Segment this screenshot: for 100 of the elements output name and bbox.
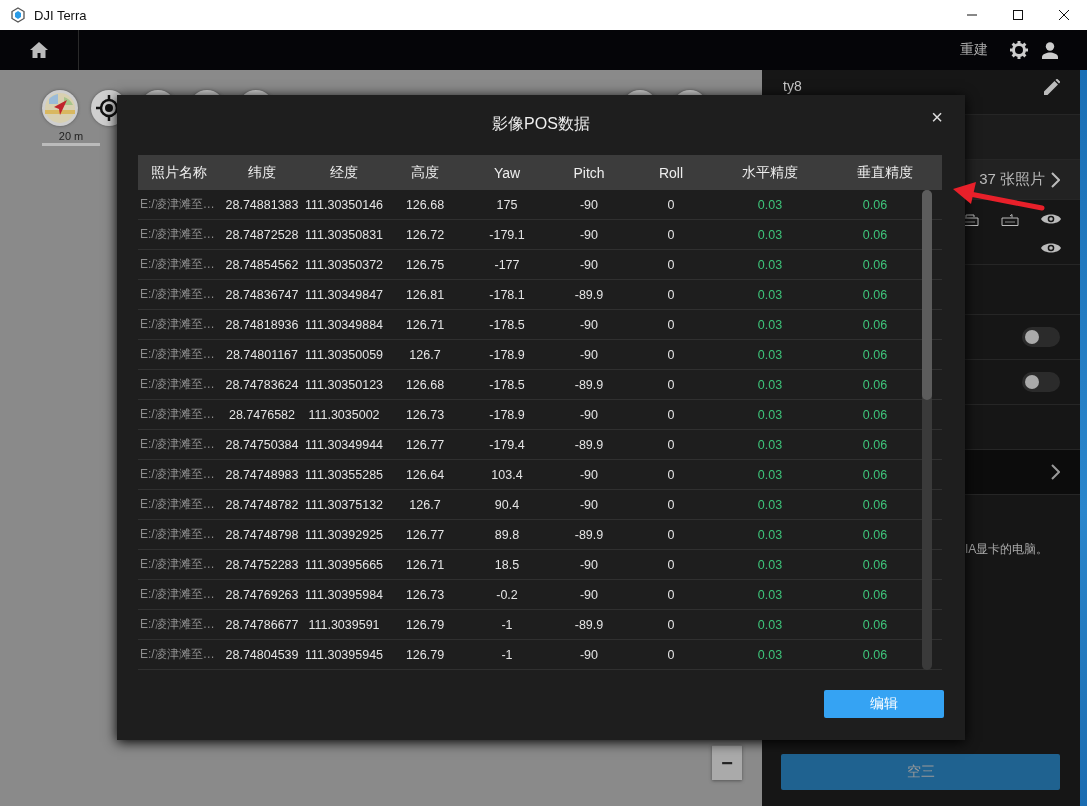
home-icon[interactable] [30, 42, 48, 58]
table-cell-text: -90 [578, 557, 600, 572]
table-cell-text: 0.03 [756, 377, 784, 392]
table-cell-text: 0.06 [861, 617, 889, 632]
table-cell-text: 0 [666, 197, 676, 212]
table-cell-text: E:/凌津滩至… [139, 496, 216, 513]
table-cell-text: E:/凌津滩至… [139, 376, 216, 393]
table-cell-text: 126.64 [404, 467, 446, 482]
maximize-icon[interactable] [1013, 10, 1023, 20]
table-cell-text: 0.03 [756, 497, 784, 512]
column-header: Yaw [492, 164, 522, 181]
table-cell-text: 0.06 [861, 197, 889, 212]
scrollbar-thumb[interactable] [922, 190, 932, 400]
table-cell-text: E:/凌津滩至… [139, 556, 216, 573]
table-cell-text: 28.74748798 [224, 527, 300, 542]
table-cell: 111.30350146 [304, 197, 384, 212]
table-cell: 111.30392925 [304, 527, 384, 542]
table-cell-text: -178.5 [488, 377, 526, 392]
table-cell-text: 28.74881383 [224, 197, 300, 212]
settings-icon[interactable] [1010, 41, 1028, 59]
table-cell-text: 28.74801167 [224, 347, 300, 362]
table-cell: 111.30350123 [304, 377, 384, 392]
table-cell-text: 103.4 [490, 467, 524, 482]
table-cell-text: 0.03 [756, 257, 784, 272]
table-cell-text: 0.03 [756, 647, 784, 662]
column-header: 垂直精度 [856, 163, 914, 182]
pencil-icon[interactable] [1044, 79, 1060, 95]
table-cell-text: 0.06 [861, 557, 889, 572]
table-cell-text: 0 [666, 347, 676, 362]
table-cell-text: -90 [578, 467, 600, 482]
table-cell-text: -89.9 [573, 617, 605, 632]
table-cell-text: -1 [500, 617, 514, 632]
table-cell-text: -178.5 [488, 317, 526, 332]
table-cell-text: 126.77 [404, 437, 446, 452]
close-icon[interactable] [1059, 10, 1069, 20]
column-header: Roll [657, 164, 685, 181]
table-cell-text: 0.06 [861, 377, 889, 392]
table-cell-text: -179.1 [488, 227, 526, 242]
table-cell-text: 28.74872528 [224, 227, 300, 242]
table-cell-text: E:/凌津滩至… [139, 586, 216, 603]
photo-count[interactable]: 37 张照片 [979, 170, 1045, 189]
table-cell: 111.30350059 [304, 347, 384, 362]
table-cell-text: 111.3035002 [307, 407, 381, 422]
table-cell-text: 126.72 [404, 227, 446, 242]
table-cell-text: 28.74854562 [224, 257, 300, 272]
table-cell-text: -179.4 [488, 437, 526, 452]
table-cell: 111.30355285 [304, 467, 384, 482]
rebuild-button[interactable]: 重建 [960, 41, 988, 59]
table-cell-text: 126.71 [404, 557, 446, 572]
table-cell-text: 0 [666, 407, 676, 422]
table-cell-text: 0.06 [861, 527, 889, 542]
table-cell-text: -178.9 [488, 347, 526, 362]
table-cell-text: E:/凌津滩至… [139, 346, 216, 363]
scrollbar-track[interactable] [922, 190, 932, 670]
table-cell-text: 0.03 [756, 587, 784, 602]
table-cell-text: 28.74786677 [224, 617, 300, 632]
table-cell-text: 0.06 [861, 347, 889, 362]
table-cell-text: E:/凌津滩至… [139, 256, 216, 273]
table-cell-text: 0.03 [756, 467, 784, 482]
table-cell: 111.30350831 [304, 227, 384, 242]
zoom-out-button[interactable]: − [712, 745, 742, 780]
toggle-switch[interactable] [1022, 372, 1060, 392]
table-cell: 111.30395665 [304, 557, 384, 572]
column-header: 纬度 [247, 163, 277, 182]
table-cell-text: 0.06 [861, 647, 889, 662]
table-cell-text: 0.06 [861, 497, 889, 512]
table-cell-text: 0.03 [756, 557, 784, 572]
column-header: 高度 [410, 163, 440, 182]
table-cell-text: 0 [666, 617, 676, 632]
table-cell-text: 0.03 [756, 317, 784, 332]
table-cell-text: 0 [666, 377, 676, 392]
document-icon[interactable] [1001, 214, 1019, 226]
table-cell-text: 175 [495, 197, 519, 212]
table-cell-text: 28.74836747 [224, 287, 300, 302]
table-cell-text: E:/凌津滩至… [139, 196, 216, 213]
table-cell-text: -177 [493, 257, 521, 272]
table-cell-text: 0.03 [756, 227, 784, 242]
eye-icon[interactable] [1041, 241, 1061, 255]
compass-button[interactable] [42, 90, 78, 126]
table-cell-text: 0.06 [861, 467, 889, 482]
table-cell-text: 0.03 [756, 347, 784, 362]
table-cell-text: 0 [666, 227, 676, 242]
table-cell-text: -90 [578, 197, 600, 212]
user-icon[interactable] [1042, 41, 1058, 59]
chevron-right-icon[interactable] [1051, 464, 1060, 480]
app-logo-icon [10, 7, 26, 23]
eye-icon[interactable] [1041, 212, 1061, 226]
table-cell-text: -89.9 [573, 287, 605, 302]
table-cell-text: 0 [666, 647, 676, 662]
toggle-switch[interactable] [1022, 327, 1060, 347]
column-header: 照片名称 [150, 163, 208, 182]
chevron-right-icon[interactable] [1051, 171, 1060, 188]
column-header: Pitch [572, 164, 606, 181]
table-cell-text: 0 [666, 317, 676, 332]
table-cell: 111.30349944 [304, 437, 384, 452]
table-cell-text: 111.3039591 [307, 617, 381, 632]
table-cell-text: E:/凌津滩至… [139, 286, 216, 303]
column-header: 水平精度 [741, 163, 799, 182]
table-cell-text: -90 [578, 497, 600, 512]
close-button[interactable]: × [931, 106, 943, 128]
